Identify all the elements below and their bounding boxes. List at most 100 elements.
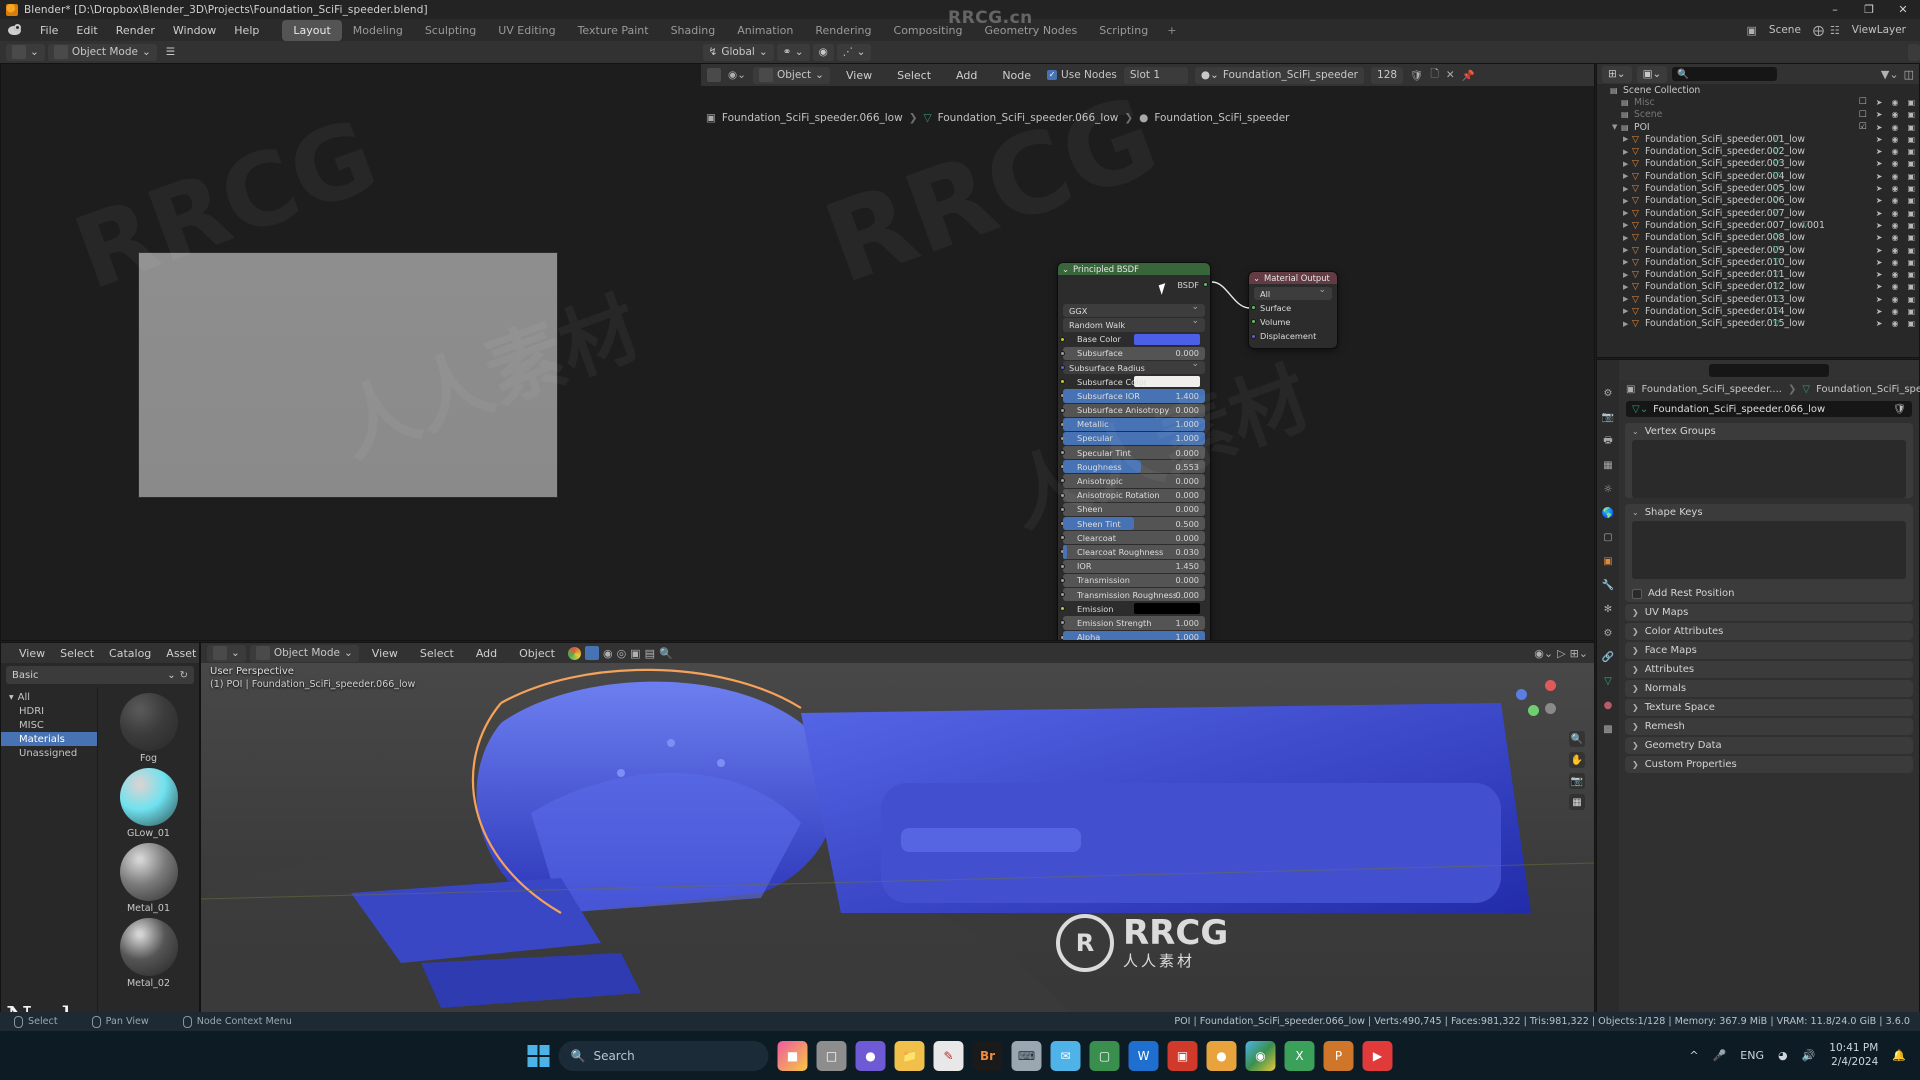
properties-search-input[interactable] xyxy=(1709,363,1829,377)
shader-menu-select[interactable]: Select xyxy=(888,66,940,85)
taskbar-app-word-icon[interactable]: W xyxy=(1128,1040,1159,1071)
viewport-shading-solid-icon[interactable]: ◉⌄ xyxy=(1534,647,1553,660)
properties-section-normals[interactable]: ❯ Normals xyxy=(1625,680,1913,697)
mesh-data-icon[interactable]: ▽ xyxy=(1773,208,1780,218)
object-mode-dropdown[interactable]: Object Mode ⌄ xyxy=(47,43,157,61)
outliner-object-row[interactable]: ▶ ▽ Foundation_SciFi_speeder.003_low ▽ ➤ ◉ ▣ xyxy=(1597,158,1919,170)
tab-texture-paint[interactable]: Texture Paint xyxy=(567,20,660,41)
vertex-groups-header[interactable]: ⌄ Vertex Groups xyxy=(1625,423,1913,440)
bsdf-input-anisotropic-rotation[interactable]: Anisotropic Rotation 0.000 xyxy=(1060,488,1205,502)
disclosure-triangle-icon[interactable]: ▶ xyxy=(1623,307,1632,315)
disclosure-triangle-icon[interactable]: ▶ xyxy=(1623,246,1632,254)
mesh-data-icon[interactable]: ▽ xyxy=(1773,196,1780,206)
selectable-arrow-icon[interactable]: ➤ xyxy=(1876,258,1883,267)
use-nodes-checkbox[interactable]: ✓ xyxy=(1047,70,1058,80)
eye-visibility-icon[interactable]: ◉ xyxy=(1891,159,1898,168)
disclosure-triangle-icon[interactable]: ▶ xyxy=(1623,185,1632,193)
eye-visibility-icon[interactable]: ◉ xyxy=(1891,307,1898,316)
select-box-icon[interactable] xyxy=(584,646,599,660)
camera-render-icon[interactable]: ▣ xyxy=(1907,147,1915,156)
camera-render-icon[interactable]: ▣ xyxy=(1907,295,1915,304)
properties-section-color-attributes[interactable]: ❯ Color Attributes xyxy=(1625,623,1913,640)
asset-catalog-tree[interactable]: ▼ All HDRI MISC Materials Unassigned xyxy=(1,687,98,1032)
camera-render-icon[interactable]: ▣ xyxy=(1907,159,1915,168)
matout-collapse-icon[interactable]: ⌄ xyxy=(1253,273,1260,283)
taskbar-app-blender-icon[interactable]: ● xyxy=(1206,1040,1237,1071)
eye-visibility-icon[interactable]: ◉ xyxy=(1891,246,1898,255)
eye-visibility-icon[interactable]: ◉ xyxy=(1891,221,1898,230)
asset-preview-sphere[interactable] xyxy=(119,693,178,751)
viewlayer-selector[interactable]: ViewLayer xyxy=(1845,22,1912,38)
taskbar-clock[interactable]: 10:41 PM 2/4/2024 xyxy=(1829,1042,1878,1068)
eye-visibility-icon[interactable]: ◉ xyxy=(1891,110,1898,119)
disclosure-triangle-icon[interactable]: ▶ xyxy=(1623,172,1632,180)
scene-selector[interactable]: Scene xyxy=(1762,22,1807,38)
asset-thumbnail-grid[interactable]: Fog GLow_01 Metal_01 Metal_02 xyxy=(98,687,199,1032)
zoom-icon[interactable]: 🔍 xyxy=(1569,731,1585,747)
pin-icon[interactable]: 📌 xyxy=(1462,69,1475,82)
selectable-arrow-icon[interactable]: ➤ xyxy=(1876,319,1883,328)
mesh-data-icon[interactable]: ▽ xyxy=(1773,171,1780,181)
tab-modifier-properties[interactable]: 🔧 xyxy=(1601,578,1616,593)
distribution-dropdown[interactable]: GGX xyxy=(1063,302,1205,318)
camera-render-icon[interactable]: ▣ xyxy=(1907,172,1915,181)
socket-clearcoat[interactable] xyxy=(1060,535,1065,541)
asset-category-unassigned[interactable]: Unassigned xyxy=(1,746,97,760)
snap-icon[interactable]: ◉ xyxy=(603,647,613,660)
viewport-menu-select[interactable]: Select xyxy=(411,644,463,663)
socket-specular-tint[interactable] xyxy=(1060,450,1065,456)
disclosure-triangle-icon[interactable]: ▶ xyxy=(1623,258,1632,266)
outliner-collection-row[interactable]: ▤ Misc ☐ ➤ ◉ ▣ xyxy=(1597,96,1919,108)
properties-section-texture-space[interactable]: ❯ Texture Space xyxy=(1625,699,1913,716)
bsdf-input-subsurface[interactable]: Subsurface 0.000 xyxy=(1060,346,1205,360)
properties-breadcrumb-object[interactable]: Foundation_SciFi_speeder.... xyxy=(1641,384,1782,395)
tab-scripting[interactable]: Scripting xyxy=(1088,20,1159,41)
matout-target-dropdown[interactable]: All xyxy=(1254,285,1332,301)
outliner-search-input[interactable]: 🔍 xyxy=(1672,67,1777,81)
overlays-icon[interactable]: ▣ xyxy=(630,647,640,660)
socket-subsurface-anisotropy[interactable] xyxy=(1060,407,1065,413)
asset-menu-catalog[interactable]: Catalog xyxy=(106,645,154,662)
properties-breadcrumb-mesh[interactable]: Foundation_SciFi_speeder.... xyxy=(1816,384,1920,395)
tab-animation[interactable]: Animation xyxy=(726,20,804,41)
new-scene-icon[interactable]: ⨁ xyxy=(1813,24,1824,37)
tab-material-properties[interactable]: ● xyxy=(1601,698,1616,713)
disclosure-triangle-icon[interactable]: ▶ xyxy=(1623,197,1632,205)
matout-input-surface[interactable]: Surface xyxy=(1251,301,1332,314)
disclosure-triangle-icon[interactable]: ▶ xyxy=(1623,283,1632,291)
bsdf-input-emission[interactable]: Emission xyxy=(1060,602,1205,615)
editor-menus-icon[interactable]: ☰ xyxy=(160,44,181,61)
outliner-object-row[interactable]: ▶ ▽ Foundation_SciFi_speeder.006_low ▽ ➤ ◉ ▣ xyxy=(1597,195,1919,207)
outliner-object-row[interactable]: ▶ ▽ Foundation_SciFi_speeder.011_low ▽ ➤ ◉ ▣ xyxy=(1597,268,1919,280)
outliner-object-row[interactable]: ▶ ▽ Foundation_SciFi_speeder.004_low ▽ ➤ ◉ ▣ xyxy=(1597,170,1919,182)
matout-input-displacement[interactable]: Displacement xyxy=(1251,330,1332,343)
taskbar-app-keyboard-icon[interactable]: ⌨ xyxy=(1011,1040,1042,1071)
disclosure-triangle-icon[interactable]: ▶ xyxy=(1623,160,1632,168)
start-button-icon[interactable] xyxy=(527,1044,550,1067)
tray-expand-icon[interactable]: ^ xyxy=(1689,1049,1698,1062)
outliner-object-row[interactable]: ▶ ▽ Foundation_SciFi_speeder.002_low ▽ ➤ ◉ ▣ xyxy=(1597,145,1919,157)
material-selector[interactable]: ●⌄ Foundation_SciFi_speeder xyxy=(1194,66,1365,84)
viewport-editor-type-icon[interactable]: ⌄ xyxy=(207,644,246,662)
selectable-arrow-icon[interactable]: ➤ xyxy=(1876,184,1883,193)
outliner-collection-row[interactable]: ▼ ▤ POI ☑ ➤ ◉ ▣ xyxy=(1597,121,1919,133)
principled-bsdf-node-header[interactable]: ⌄ Principled BSDF xyxy=(1058,263,1210,275)
node-collapse-icon[interactable]: ⌄ xyxy=(1062,264,1069,274)
asset-menu-view[interactable]: View xyxy=(16,645,48,662)
wifi-icon[interactable]: ◕ xyxy=(1778,1049,1788,1062)
camera-render-icon[interactable]: ▣ xyxy=(1907,184,1915,193)
tab-output-properties[interactable]: 🖶 xyxy=(1601,434,1616,449)
taskbar-app-explorer-icon[interactable]: 📁 xyxy=(894,1040,925,1071)
navigation-gizmo[interactable] xyxy=(1512,675,1560,723)
close-button[interactable]: ✕ xyxy=(1886,0,1920,19)
outliner-object-row[interactable]: ▶ ▽ Foundation_SciFi_speeder.015_low ▽ ➤ ◉ ▣ xyxy=(1597,318,1919,330)
bsdf-input-specular[interactable]: Specular 1.000 xyxy=(1060,431,1205,446)
principled-bsdf-node[interactable]: ⌄ Principled BSDF BSDF GGX Random Walk xyxy=(1058,263,1210,640)
tab-constraint-properties[interactable]: 🔗 xyxy=(1601,650,1616,665)
bsdf-input-transmission[interactable]: Transmission 0.000 xyxy=(1060,573,1205,587)
socket-emission[interactable] xyxy=(1060,606,1065,612)
socket-emission-strength[interactable] xyxy=(1060,620,1065,626)
bsdf-input-specular-tint[interactable]: Specular Tint 0.000 xyxy=(1060,446,1205,460)
eye-visibility-icon[interactable]: ◉ xyxy=(1891,209,1898,218)
material-output-node[interactable]: ⌄ Material Output All Surface Volume Displ… xyxy=(1249,272,1337,348)
